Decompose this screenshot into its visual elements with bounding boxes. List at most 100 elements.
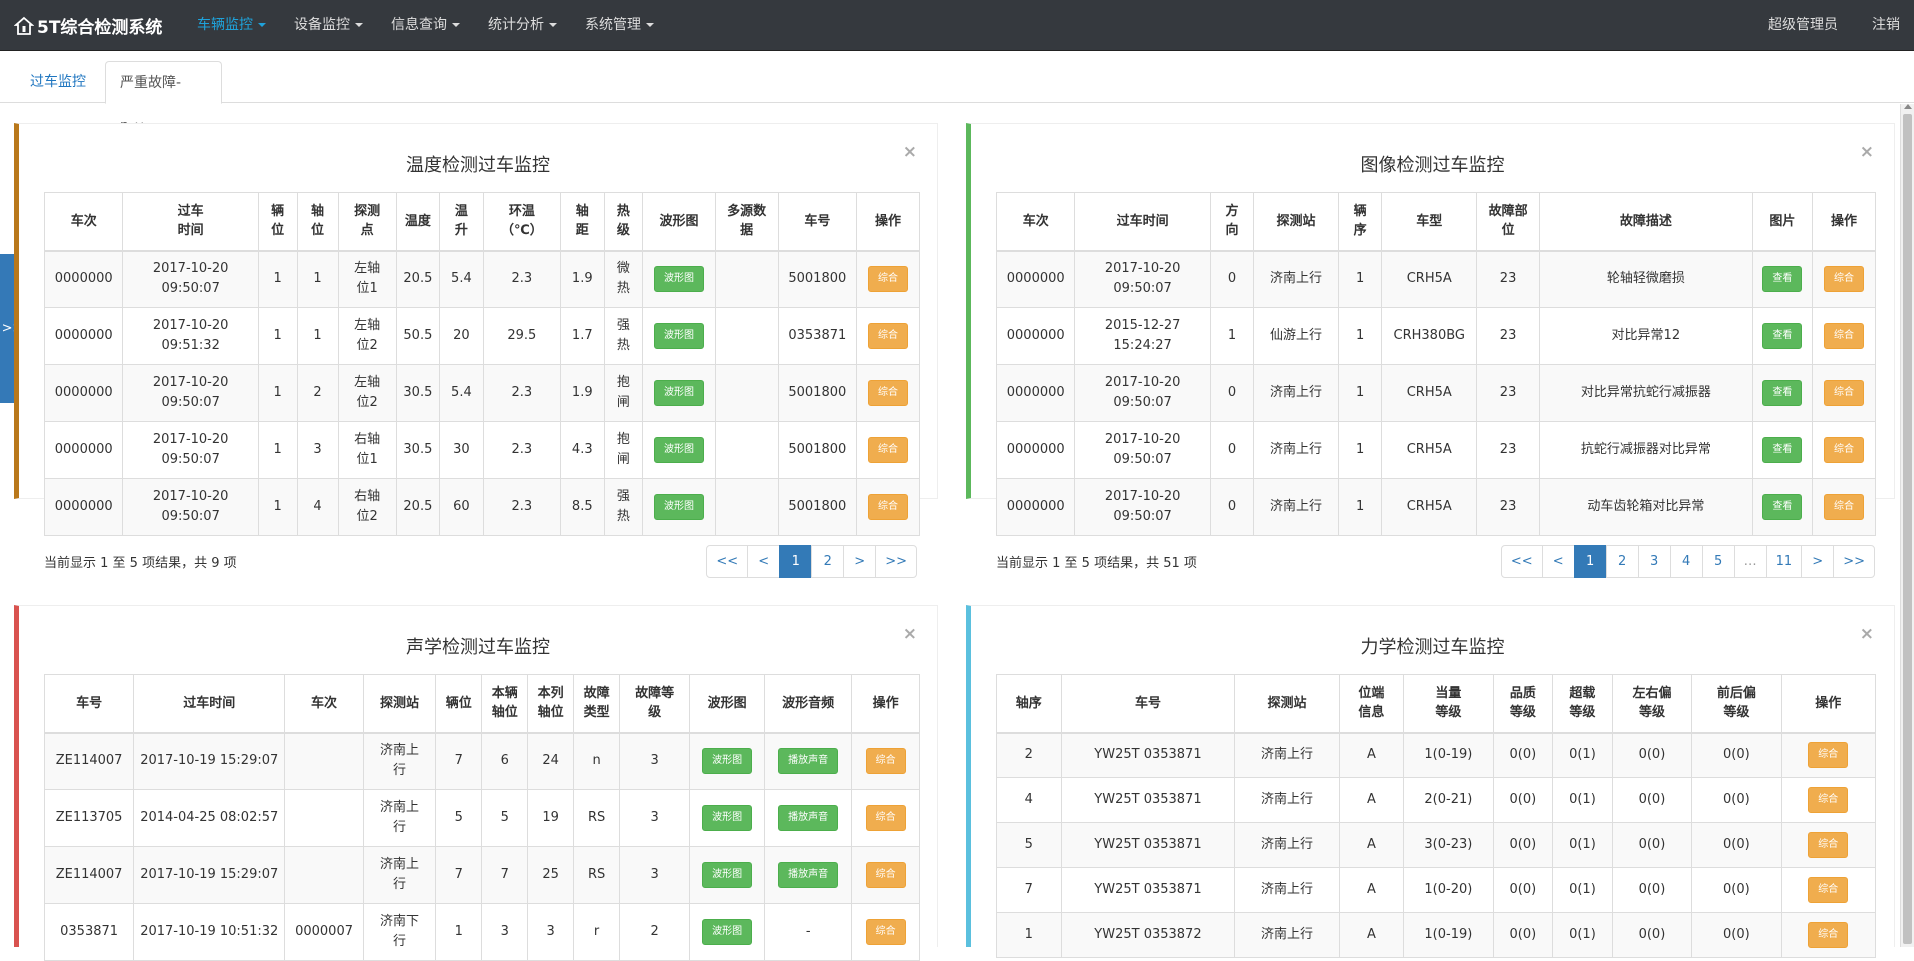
detail-button[interactable]: 综合 [1808, 787, 1849, 813]
detail-button[interactable]: 综合 [865, 862, 906, 888]
view-image-button[interactable]: 查看 [1762, 266, 1803, 293]
page-current[interactable]: 1 [779, 545, 813, 578]
page-link[interactable]: 11 [1765, 545, 1803, 578]
table-row[interactable]: ZE114007 2017-10-19 15:29:07 济南上行 7 6 24 n 3 波形图… [43, 732, 920, 790]
column-header: 故障部位 [1476, 192, 1540, 252]
table-row[interactable]: 0000000 2017-10-20 09:50:07 0 济南上行 1 CRH5A 23 对比… [995, 364, 1876, 422]
close-icon[interactable]: × [903, 142, 917, 162]
detail-button[interactable]: 综合 [1824, 323, 1865, 349]
page-link[interactable]: >> [1833, 545, 1875, 578]
table-cell: 1.9 [560, 250, 605, 308]
page-link[interactable]: > [843, 545, 877, 578]
table-row[interactable]: 2 YW25T 0353871 济南上行 A 1(0-19) 0(0) 0(1) 0(0) 0(… [996, 732, 1877, 778]
detail-button[interactable]: 综合 [1824, 494, 1865, 520]
view-image-button[interactable]: 查看 [1762, 494, 1803, 520]
page-link[interactable]: … [1733, 545, 1767, 578]
page-link[interactable]: >> [875, 545, 917, 578]
tab-severe-fault[interactable]: 严重故障-p× [105, 61, 222, 134]
table-row[interactable]: 4 YW25T 0353871 济南上行 A 2(0-21) 0(0) 0(1) 0(0) 0(… [996, 777, 1877, 823]
detail-button[interactable]: 综合 [865, 748, 906, 775]
page-link[interactable]: 3 [1637, 545, 1671, 578]
page-link[interactable]: < [747, 545, 781, 578]
detail-button[interactable]: 综合 [868, 380, 909, 406]
close-icon[interactable]: × [1860, 142, 1874, 162]
user-name-link[interactable]: 超级管理员 [1751, 0, 1855, 51]
view-image-button[interactable]: 查看 [1762, 437, 1803, 463]
menu-system-admin[interactable]: 系统管理 [571, 0, 668, 51]
page-link[interactable]: << [706, 545, 749, 578]
menu-device-monitor[interactable]: 设备监控 [280, 0, 377, 51]
scroll-up-icon[interactable] [1904, 104, 1912, 109]
table-row[interactable]: 1 YW25T 0353872 济南上行 A 1(0-19) 0(0) 0(1) 0(0) 0(… [996, 912, 1877, 958]
brand[interactable]: 5T综合检测系统 [14, 0, 162, 51]
detail-button[interactable]: 综合 [1808, 742, 1849, 769]
table-cell: 5001800 [777, 478, 858, 536]
page-scrollbar[interactable] [1900, 104, 1914, 947]
waveform-button[interactable]: 波形图 [653, 266, 704, 293]
scrollbar-thumb[interactable] [1903, 114, 1912, 944]
table-row[interactable]: 0000000 2017-10-20 09:50:07 1 1 左轴 位1 20.5 5.4 2.… [43, 250, 920, 308]
detail-button[interactable]: 综合 [1808, 832, 1849, 858]
table-cell: 0 [1209, 421, 1255, 479]
waveform-button[interactable]: 波形图 [653, 380, 704, 406]
column-header: 本辆 轴位 [481, 674, 529, 734]
table-row[interactable]: 0000000 2017-10-20 09:50:07 1 4 右轴 位2 20.5 60 2.3… [43, 478, 920, 536]
detail-button[interactable]: 综合 [868, 437, 909, 463]
table-row[interactable]: 0000000 2017-10-20 09:50:07 1 3 右轴 位1 30.5 30 2.3… [43, 421, 920, 479]
table-row[interactable]: 7 YW25T 0353871 济南上行 A 1(0-20) 0(0) 0(1) 0(0) 0(… [996, 867, 1877, 913]
play-sound-button[interactable]: 播放声音 [778, 805, 839, 831]
page-link[interactable]: > [1801, 545, 1835, 578]
detail-button[interactable]: 综合 [1824, 437, 1865, 463]
page-link[interactable]: 2 [811, 545, 845, 578]
table-cell: 1 [1337, 307, 1383, 365]
table-cell: 1(0-20) [1403, 867, 1494, 913]
table-cell: 济南上行 [1253, 421, 1339, 479]
tab-pass-monitor[interactable]: 过车监控 [14, 61, 102, 104]
logout-link[interactable]: 注销 [1855, 0, 1900, 51]
page-link[interactable]: 5 [1701, 545, 1735, 578]
waveform-button[interactable]: 波形图 [702, 805, 753, 831]
waveform-button[interactable]: 波形图 [653, 437, 704, 463]
waveform-button[interactable]: 波形图 [653, 323, 704, 349]
table-row[interactable]: 0353871 2017-10-19 10:51:32 0000007 济南下行 1 3 3… [43, 903, 920, 961]
waveform-button[interactable]: 波形图 [702, 862, 753, 888]
menu-vehicle-monitor[interactable]: 车辆监控 [183, 0, 280, 51]
table-row[interactable]: 0000000 2017-10-20 09:50:07 0 济南上行 1 CRH5A 23 抗蛇… [995, 421, 1876, 479]
menu-statistics[interactable]: 统计分析 [474, 0, 571, 51]
detail-button[interactable]: 综合 [868, 494, 909, 520]
table-row[interactable]: 0000000 2015-12-27 15:24:27 1 仙游上行 1 CRH380BG 2… [995, 307, 1876, 365]
table-row[interactable]: ZE114007 2017-10-19 15:29:07 济南上行 7 7 25 RS 3 波形… [43, 846, 920, 904]
waveform-button[interactable]: 波形图 [702, 919, 753, 945]
view-image-button[interactable]: 查看 [1762, 380, 1803, 406]
page-link[interactable]: < [1541, 545, 1575, 578]
waveform-button[interactable]: 波形图 [702, 748, 753, 775]
table-cell: 0(1) [1552, 822, 1613, 868]
close-icon[interactable]: × [903, 624, 917, 644]
view-image-button[interactable]: 查看 [1762, 323, 1803, 349]
page-link[interactable]: 2 [1605, 545, 1639, 578]
page-current[interactable]: 1 [1573, 545, 1607, 578]
page-link[interactable]: 4 [1669, 545, 1703, 578]
detail-button[interactable]: 综合 [1808, 922, 1849, 948]
table-row[interactable]: 0000000 2017-10-20 09:50:07 0 济南上行 1 CRH5A 23 动车… [995, 478, 1876, 536]
play-sound-button[interactable]: 播放声音 [778, 862, 839, 888]
detail-button[interactable]: 综合 [865, 919, 906, 945]
menu-info-query[interactable]: 信息查询 [377, 0, 474, 51]
detail-button[interactable]: 综合 [868, 323, 909, 349]
column-header: 车型 [1381, 192, 1478, 252]
waveform-button[interactable]: 波形图 [653, 494, 704, 520]
play-sound-button[interactable]: 播放声音 [778, 748, 839, 775]
table-row[interactable]: 0000000 2017-10-20 09:50:07 0 济南上行 1 CRH5A 23 轮轴… [995, 250, 1876, 308]
table-row[interactable]: 0000000 2017-10-20 09:51:32 1 1 左轴 位2 50.5 20 29.… [43, 307, 920, 365]
table-row[interactable]: 5 YW25T 0353871 济南上行 A 3(0-23) 0(0) 0(1) 0(0) 0(… [996, 822, 1877, 868]
table-row[interactable]: ZE113705 2014-04-25 08:02:57 济南上行 5 5 19 RS 3 波形… [43, 789, 920, 847]
table-row[interactable]: 0000000 2017-10-20 09:50:07 1 2 左轴 位2 30.5 5.4 2.… [43, 364, 920, 422]
detail-button[interactable]: 综合 [865, 805, 906, 831]
detail-button[interactable]: 综合 [868, 266, 909, 293]
detail-button[interactable]: 综合 [1824, 266, 1865, 293]
detail-button[interactable]: 综合 [1808, 877, 1849, 903]
close-icon[interactable]: × [1860, 624, 1874, 644]
column-header: 车号 [777, 192, 858, 252]
page-link[interactable]: << [1500, 545, 1543, 578]
detail-button[interactable]: 综合 [1824, 380, 1865, 406]
